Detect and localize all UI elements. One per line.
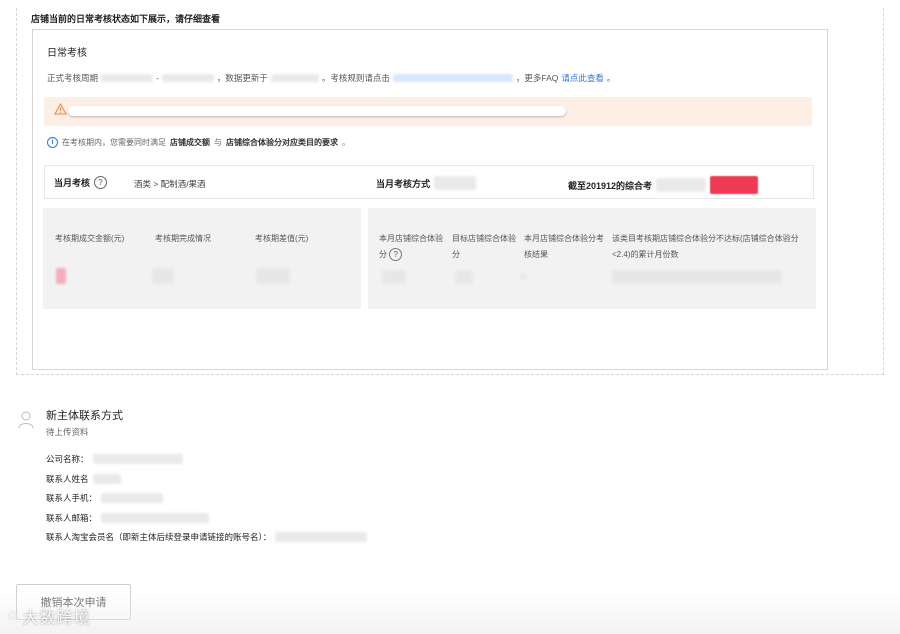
contact-phone-field: 联系人手机：	[46, 492, 164, 504]
score-result-redacted	[520, 274, 526, 280]
contact-email-label: 联系人邮箱：	[46, 513, 98, 523]
info-item-sales: 店铺成交额	[170, 138, 210, 147]
taobao-account-field: 联系人淘宝会员名（即新主体后续登录申请链接的账号名）：	[46, 531, 368, 543]
sales-amount-redacted	[56, 268, 66, 284]
method-value-redacted	[434, 176, 477, 190]
contact-name-field: 联系人姓名	[46, 473, 121, 485]
failed-months-redacted	[612, 270, 782, 284]
period-line: 正式考核周期 - ，数据更新于 。考核规则请点击 ，更多FAQ 请点此查看。	[47, 72, 615, 84]
warning-icon	[54, 103, 67, 115]
watermark-text: 大数跨境	[22, 610, 91, 627]
watermark-logo: ◌ 大数跨境	[8, 604, 91, 628]
contact-name-label: 联系人姓名	[46, 474, 89, 484]
period-end-redacted	[161, 74, 214, 82]
update-date-redacted	[270, 74, 319, 82]
rule-link-redacted[interactable]	[392, 74, 513, 82]
period-separator: -	[156, 73, 159, 83]
company-name-field: 公司名称：	[46, 453, 183, 465]
contact-phone-value-redacted	[101, 493, 164, 503]
col-score-result: 本月店铺综合体验分考核结果	[524, 234, 604, 259]
watermark-icon: ◌	[8, 607, 19, 624]
user-icon	[18, 411, 34, 429]
info-line: i 在考核期内，您需要同时满足 店铺成交额 与 店铺综合体验分对应类目的要求 。	[47, 137, 350, 148]
col-completion: 考核期完成情况	[155, 234, 211, 243]
monthly-method-label: 当月考核方式	[376, 176, 477, 190]
as-of-value-redacted	[656, 178, 707, 192]
info-and: 与	[214, 138, 222, 147]
faq-prefix: ，更多FAQ	[515, 73, 559, 83]
company-name-value-redacted	[92, 454, 183, 464]
col-target-score: 目标店铺综合体验分	[452, 234, 516, 259]
contact-phone-label: 联系人手机：	[46, 493, 98, 503]
question-icon[interactable]: ?	[389, 248, 403, 262]
monthly-assessment-label: 当月考核 ?	[54, 176, 108, 189]
as-of-text: 截至201912的综合考	[568, 180, 653, 191]
sales-panel	[43, 208, 361, 309]
contact-name-value-redacted	[92, 474, 121, 484]
period-start-redacted	[101, 74, 154, 82]
monthly-label-text: 当月考核	[54, 178, 91, 188]
target-score-redacted	[455, 270, 473, 284]
col-monthly-score: 本月店铺综合体验分 ?	[379, 231, 449, 263]
info-item-score: 店铺综合体验分对应类目的要求	[226, 138, 338, 147]
info-icon: i	[47, 137, 58, 148]
contact-title: 新主体联系方式	[46, 410, 123, 422]
info-prefix: 在考核期内，您需要同时满足	[62, 138, 166, 147]
as-of-label: 截至201912的综合考	[568, 176, 759, 194]
contact-status: 待上传资料	[46, 427, 89, 437]
monthly-method-text: 当月考核方式	[376, 178, 431, 189]
monthly-score-redacted	[382, 270, 406, 284]
question-icon[interactable]: ?	[94, 176, 108, 189]
contact-email-value-redacted	[101, 513, 210, 523]
col-sales-amount: 考核期成交金额(元)	[55, 234, 125, 243]
company-name-label: 公司名称：	[46, 454, 89, 464]
difference-redacted	[256, 268, 290, 284]
category-value: 酒类 > 配制酒/果酒	[134, 179, 206, 189]
as-of-highlight-redacted	[710, 176, 759, 194]
warning-progress-bar	[68, 106, 566, 116]
completion-redacted	[152, 268, 174, 284]
col-difference: 考核期差值(元)	[255, 234, 309, 243]
faq-link[interactable]: 请点此查看	[561, 72, 604, 84]
bottom-fade	[0, 590, 900, 634]
taobao-account-label: 联系人淘宝会员名（即新主体后续登录申请链接的账号名）：	[46, 532, 272, 542]
card-title: 日常考核	[47, 48, 87, 59]
faq-suffix: 。	[606, 73, 616, 83]
rule-text: 。考核规则请点击	[321, 73, 390, 83]
info-suffix: 。	[342, 138, 350, 147]
data-update-label: ，数据更新于	[216, 73, 268, 83]
col-failed-months: 该类目考核期店铺综合体验分不达标(店铺综合体验分<2.4)的累计月份数	[612, 234, 799, 259]
taobao-account-value-redacted	[275, 532, 368, 542]
contact-email-field: 联系人邮箱：	[46, 512, 210, 524]
period-prefix: 正式考核周期	[47, 73, 99, 83]
